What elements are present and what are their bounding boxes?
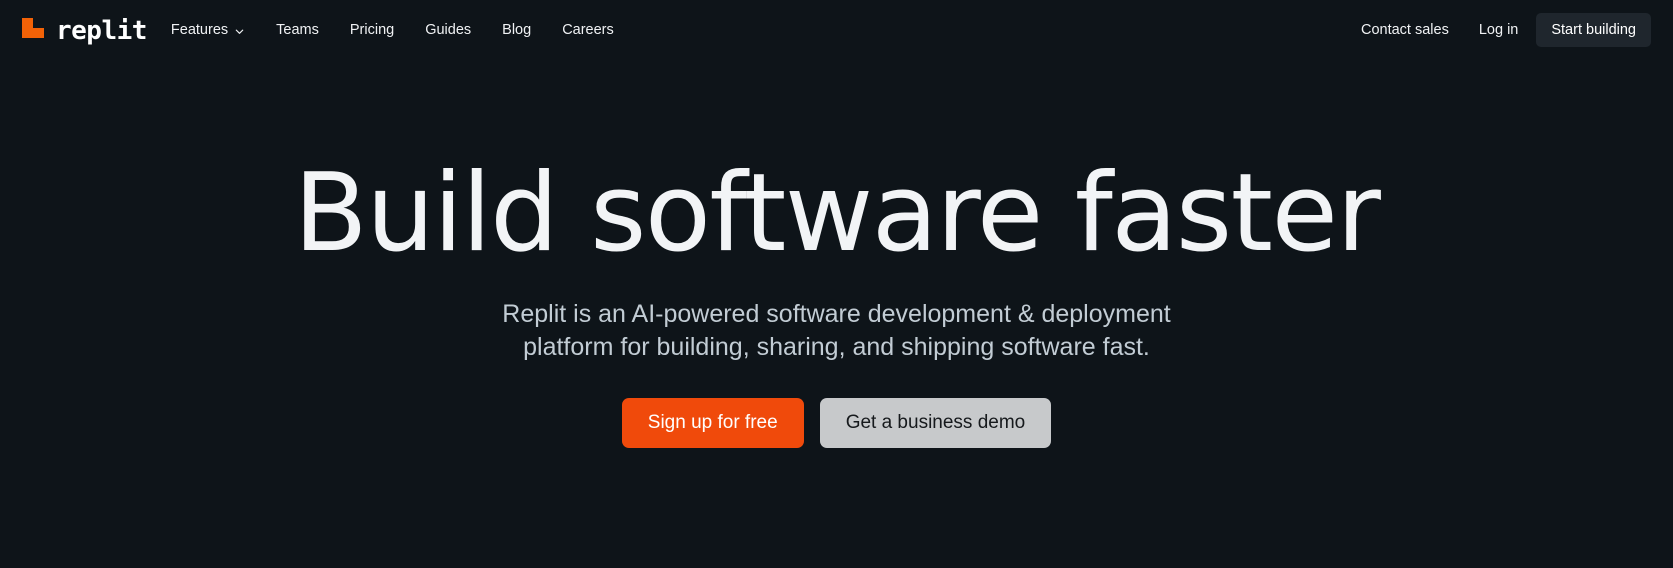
navbar-right-group: Contact sales Log in Start building — [1361, 13, 1651, 47]
nav-item-pricing-label: Pricing — [349, 22, 395, 38]
navbar-left-group: replit Features Teams Pricing Guides Blo… — [20, 14, 645, 46]
nav-item-blog[interactable]: Blog — [502, 14, 531, 46]
sign-up-for-free-button[interactable]: Sign up for free — [621, 398, 804, 448]
nav-item-blog-label: Blog — [502, 22, 532, 38]
page-title: Build software faster — [293, 151, 1381, 276]
nav-item-guides[interactable]: Guides — [425, 14, 471, 46]
hero-subtitle-line-2: building, sharing, and shipping software… — [656, 333, 1150, 361]
start-building-button[interactable]: Start building — [1536, 13, 1651, 47]
hero-subtitle: Replit is an AI-powered software develop… — [457, 298, 1217, 364]
nav-item-contact-sales[interactable]: Contact sales — [1361, 14, 1449, 46]
nav-item-log-in[interactable]: Log in — [1479, 14, 1519, 46]
nav-item-log-in-label: Log in — [1478, 22, 1519, 38]
nav-item-pricing[interactable]: Pricing — [350, 14, 394, 46]
nav-item-contact-sales-label: Contact sales — [1360, 22, 1449, 38]
nav-item-features[interactable]: Features — [171, 14, 245, 46]
chevron-down-icon — [234, 26, 245, 37]
page-root: replit Features Teams Pricing Guides Blo… — [0, 0, 1673, 568]
nav-item-features-label: Features — [170, 22, 229, 38]
replit-logo-link[interactable]: replit — [20, 15, 147, 45]
brand-name: replit — [56, 16, 147, 46]
nav-item-careers[interactable]: Careers — [562, 14, 614, 46]
nav-item-teams[interactable]: Teams — [276, 14, 319, 46]
main-navbar: replit Features Teams Pricing Guides Blo… — [0, 0, 1673, 60]
hero-section: Build software faster Replit is an AI-po… — [0, 60, 1673, 568]
nav-item-guides-label: Guides — [425, 22, 472, 38]
nav-item-careers-label: Careers — [562, 22, 614, 38]
get-a-business-demo-button[interactable]: Get a business demo — [819, 398, 1052, 448]
primary-nav-links: Features Teams Pricing Guides Blog Caree… — [171, 14, 645, 46]
nav-item-teams-label: Teams — [276, 22, 319, 38]
replit-logo-icon — [20, 15, 46, 45]
hero-cta-group: Sign up for free Get a business demo — [621, 398, 1052, 448]
